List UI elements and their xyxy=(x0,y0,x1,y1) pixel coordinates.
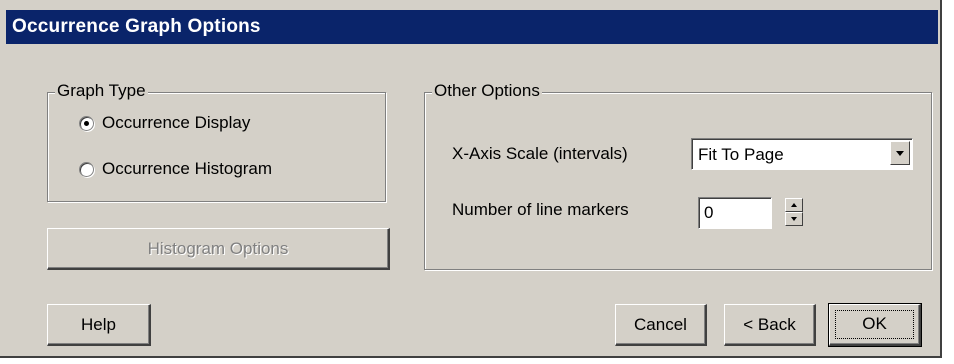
x-axis-scale-value: Fit To Page xyxy=(698,145,784,164)
occurrence-histogram-label[interactable]: Occurrence Histogram xyxy=(102,159,272,179)
other-options-group: Other Options xyxy=(424,81,932,270)
line-markers-spin-down[interactable] xyxy=(785,212,803,226)
ok-button[interactable]: OK xyxy=(828,303,922,347)
line-markers-input[interactable]: 0 xyxy=(698,197,772,229)
chevron-down-icon xyxy=(896,151,904,156)
graph-type-legend: Graph Type xyxy=(55,81,148,101)
occurrence-histogram-radio[interactable] xyxy=(79,162,94,177)
spin-up-icon xyxy=(791,203,797,207)
occurrence-display-label[interactable]: Occurrence Display xyxy=(102,113,250,133)
occurrence-display-radio[interactable] xyxy=(79,116,94,131)
x-axis-scale-label: X-Axis Scale (intervals) xyxy=(452,144,628,163)
radio-selected-dot xyxy=(84,121,89,126)
combo-dropdown-button[interactable] xyxy=(890,141,910,165)
line-markers-label: Number of line markers xyxy=(452,200,629,219)
x-axis-scale-select[interactable]: Fit To Page xyxy=(691,138,913,170)
other-options-legend: Other Options xyxy=(432,81,542,101)
window-title: Occurrence Graph Options xyxy=(12,16,261,37)
line-markers-spin-up[interactable] xyxy=(785,198,803,212)
occurrence-graph-options-dialog: Occurrence Graph Options Graph Type Occu… xyxy=(0,0,942,358)
graph-type-group: Graph Type xyxy=(47,81,386,202)
back-button[interactable]: < Back xyxy=(724,304,816,346)
cancel-button[interactable]: Cancel xyxy=(615,304,707,346)
line-markers-value: 0 xyxy=(704,203,714,222)
spin-down-icon xyxy=(791,217,797,221)
help-button[interactable]: Help xyxy=(47,304,151,346)
title-bar[interactable]: Occurrence Graph Options xyxy=(6,10,938,44)
focus-rectangle xyxy=(835,310,914,339)
histogram-options-button[interactable]: Histogram Options xyxy=(47,228,390,270)
